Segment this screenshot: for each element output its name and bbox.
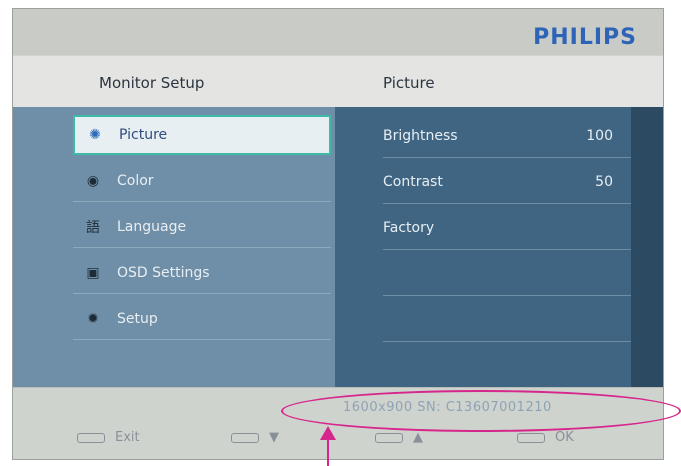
menu-item-picture[interactable]: ✺ Picture [73, 115, 331, 155]
header-bar: Monitor Setup Picture [13, 55, 663, 109]
language-icon: 語 [86, 220, 100, 236]
submenu-item-factory[interactable]: Factory [383, 207, 631, 250]
button-label: OK [555, 430, 574, 445]
sun-icon: ✺ [89, 127, 101, 143]
exit-button[interactable]: Exit [77, 430, 140, 445]
menu-item-color[interactable]: ◉ Color [73, 161, 331, 202]
button-label: ▲ [413, 430, 423, 445]
menu-item-label: Setup [117, 311, 158, 327]
brightness-value: 100 [586, 128, 613, 144]
menu-item-setup[interactable]: ✹ Setup [73, 299, 331, 340]
down-button[interactable]: ▼ [231, 430, 279, 445]
annotation-ellipse [281, 390, 681, 432]
button-label: Exit [115, 430, 140, 445]
submenu-empty-row [383, 253, 631, 296]
menu-item-label: Color [117, 173, 154, 189]
button-key-icon [231, 432, 259, 443]
brand-logo: PHILIPS [533, 25, 637, 50]
button-key-icon [375, 432, 403, 443]
setup-gear-icon: ✹ [87, 311, 99, 327]
submenu-item-label: Contrast [383, 174, 443, 190]
color-wheel-icon: ◉ [86, 173, 100, 189]
button-key-icon [517, 432, 545, 443]
button-key-icon [77, 432, 105, 443]
menu-item-osd-settings[interactable]: ▣ OSD Settings [73, 253, 331, 294]
submenu-item-contrast[interactable]: Contrast 50 [383, 161, 631, 204]
annotation-arrow-line [327, 436, 329, 466]
menu-item-label: OSD Settings [117, 265, 210, 281]
menu-title: Monitor Setup [99, 74, 205, 92]
menu-content: ✺ Picture ◉ Color 語 Language ▣ OSD Setti… [13, 107, 663, 387]
menu-item-label: Language [117, 219, 187, 235]
osd-settings-icon: ▣ [86, 265, 100, 281]
scroll-strip [631, 107, 663, 387]
menu-item-label: Picture [119, 127, 168, 143]
submenu-item-brightness[interactable]: Brightness 100 [383, 115, 631, 158]
submenu-empty-row [383, 299, 631, 342]
button-label: ▼ [269, 430, 279, 445]
ok-button[interactable]: OK [517, 430, 574, 445]
submenu-title: Picture [383, 74, 435, 92]
submenu-item-label: Factory [383, 220, 435, 236]
up-button[interactable]: ▲ [375, 430, 423, 445]
contrast-value: 50 [595, 174, 613, 190]
submenu-item-label: Brightness [383, 128, 458, 144]
menu-item-language[interactable]: 語 Language [73, 207, 331, 248]
